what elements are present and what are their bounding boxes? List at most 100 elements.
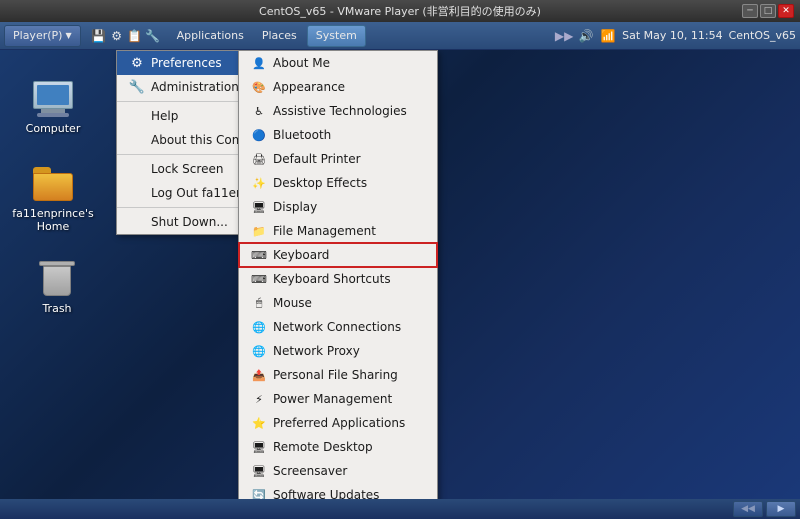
menu-item-about-computer[interactable]: About this Computer bbox=[117, 128, 305, 152]
preferences-label: Preferences bbox=[151, 56, 222, 70]
clock: Sat May 10, 11:54 bbox=[622, 29, 722, 42]
tray-icon-2[interactable]: 🔊 bbox=[578, 28, 594, 44]
personal-file-sharing-label: Personal File Sharing bbox=[273, 368, 398, 382]
pref-power-management[interactable]: ⚡ Power Management bbox=[239, 387, 437, 411]
remote-desktop-icon: 🖥 bbox=[251, 439, 267, 455]
pref-remote-desktop[interactable]: 🖥 Remote Desktop bbox=[239, 435, 437, 459]
toolbar-icon-1[interactable]: 💾 bbox=[91, 28, 107, 44]
administration-arrow-icon: ▶ bbox=[285, 82, 293, 93]
preferred-apps-icon: ⭐ bbox=[251, 415, 267, 431]
close-button[interactable]: ✕ bbox=[778, 4, 794, 18]
bottom-btn-icon-2: ▶ bbox=[778, 504, 785, 514]
logout-label: Log Out fa11enprince... bbox=[151, 186, 293, 200]
desktop: Computer fa11enprince's Home Trash Syste… bbox=[0, 50, 800, 499]
titlebar-controls: ─ □ ✕ bbox=[742, 4, 794, 18]
keyboard-label: Keyboard bbox=[273, 248, 329, 262]
toolbar-icon-2[interactable]: ⚙ bbox=[109, 28, 125, 44]
places-menu-button[interactable]: Places bbox=[254, 25, 305, 47]
computer-icon-img bbox=[33, 79, 73, 119]
keyboard-icon: ⌨ bbox=[251, 247, 267, 263]
tray-forward-icon[interactable]: ▶▶ bbox=[556, 28, 572, 44]
separator-3 bbox=[117, 207, 305, 208]
shutdown-icon bbox=[129, 214, 145, 230]
network-proxy-label: Network Proxy bbox=[273, 344, 360, 358]
keyboard-highlight-box bbox=[238, 242, 438, 268]
desktop-icon-home[interactable]: fa11enprince's Home bbox=[18, 160, 88, 237]
lock-icon bbox=[129, 161, 145, 177]
administration-icon: 🔧 bbox=[129, 79, 145, 95]
home-icon-img bbox=[33, 164, 73, 204]
player-menu-button[interactable]: Player(P) ▼ bbox=[4, 25, 81, 47]
screensaver-icon: 🖥 bbox=[251, 463, 267, 479]
menu-item-help[interactable]: Help bbox=[117, 104, 305, 128]
about-computer-icon bbox=[129, 132, 145, 148]
toolbar-icon-4[interactable]: 🔧 bbox=[145, 28, 161, 44]
help-label: Help bbox=[151, 109, 178, 123]
about-computer-label: About this Computer bbox=[151, 133, 276, 147]
pref-screensaver[interactable]: 🖥 Screensaver bbox=[239, 459, 437, 483]
power-management-label: Power Management bbox=[273, 392, 392, 406]
player-label: Player(P) bbox=[13, 29, 62, 42]
taskbar-right: ▶▶ 🔊 📶 Sat May 10, 11:54 CentOS_v65 bbox=[556, 28, 796, 44]
keyboard-shortcuts-icon: ⌨ bbox=[251, 271, 267, 287]
pref-keyboard-shortcuts[interactable]: ⌨ Keyboard Shortcuts bbox=[239, 267, 437, 291]
system-menu-button[interactable]: System bbox=[307, 25, 366, 47]
power-management-icon: ⚡ bbox=[251, 391, 267, 407]
pref-keyboard[interactable]: ⌨ Keyboard bbox=[239, 243, 437, 267]
keyboard-shortcuts-label: Keyboard Shortcuts bbox=[273, 272, 391, 286]
pref-network-proxy[interactable]: 🌐 Network Proxy bbox=[239, 339, 437, 363]
menu-item-administration[interactable]: 🔧 Administration ▶ bbox=[117, 75, 305, 99]
pref-software-updates[interactable]: 🔄 Software Updates bbox=[239, 483, 437, 499]
mouse-label: Mouse bbox=[273, 296, 312, 310]
menu-item-shutdown[interactable]: Shut Down... bbox=[117, 210, 305, 234]
titlebar-title: CentOS_v65 - VMware Player (非営利目的の使用のみ) bbox=[259, 3, 541, 19]
trash-icon-img bbox=[37, 259, 77, 299]
computer-icon-label: Computer bbox=[26, 122, 81, 135]
preferences-icon: ⚙ bbox=[129, 55, 145, 71]
pref-network-connections[interactable]: 🌐 Network Connections bbox=[239, 315, 437, 339]
toolbar-icon-3[interactable]: 📋 bbox=[127, 28, 143, 44]
network-connections-label: Network Connections bbox=[273, 320, 401, 334]
pref-mouse[interactable]: 🖱 Mouse bbox=[239, 291, 437, 315]
distro-label: CentOS_v65 bbox=[729, 29, 796, 42]
desktop-icon-trash[interactable]: Trash bbox=[22, 255, 92, 319]
taskbar: Player(P) ▼ 💾 ⚙ 📋 🔧 ApplicationsPlacesSy… bbox=[0, 22, 800, 50]
personal-file-sharing-icon: 📤 bbox=[251, 367, 267, 383]
bottom-tray-btn-2[interactable]: ▶ bbox=[766, 501, 796, 517]
menu-item-lock[interactable]: Lock Screen bbox=[117, 157, 305, 181]
bottom-btn-icon-1: ◀◀ bbox=[741, 504, 755, 514]
tray-icon-3[interactable]: 📶 bbox=[600, 28, 616, 44]
pref-preferred-apps[interactable]: ⭐ Preferred Applications bbox=[239, 411, 437, 435]
minimize-button[interactable]: ─ bbox=[742, 4, 758, 18]
mouse-icon: 🖱 bbox=[251, 295, 267, 311]
network-connections-icon: 🌐 bbox=[251, 319, 267, 335]
shutdown-label: Shut Down... bbox=[151, 215, 228, 229]
pref-personal-file-sharing[interactable]: 📤 Personal File Sharing bbox=[239, 363, 437, 387]
menu-overlay: System ⚙ Preferences ▶ 🔧 Administration … bbox=[0, 50, 800, 499]
system-menu-panel: ⚙ Preferences ▶ 🔧 Administration ▶ Help … bbox=[116, 50, 306, 235]
titlebar: CentOS_v65 - VMware Player (非営利目的の使用のみ) … bbox=[0, 0, 800, 22]
trash-icon-label: Trash bbox=[42, 302, 71, 315]
home-icon-label: fa11enprince's Home bbox=[12, 207, 93, 233]
player-arrow-icon: ▼ bbox=[65, 31, 71, 40]
maximize-button[interactable]: □ bbox=[760, 4, 776, 18]
separator-1 bbox=[117, 101, 305, 102]
desktop-icon-computer[interactable]: Computer bbox=[18, 75, 88, 139]
applications-menu-button[interactable]: Applications bbox=[169, 25, 252, 47]
screensaver-label: Screensaver bbox=[273, 464, 347, 478]
software-updates-icon: 🔄 bbox=[251, 487, 267, 499]
menu-item-logout[interactable]: Log Out fa11enprince... bbox=[117, 181, 305, 205]
logout-icon bbox=[129, 185, 145, 201]
bottom-taskbar: ◀◀ ▶ bbox=[0, 499, 800, 519]
preferred-apps-label: Preferred Applications bbox=[273, 416, 405, 430]
system-menu-container: System ⚙ Preferences ▶ 🔧 Administration … bbox=[116, 50, 306, 235]
separator-2 bbox=[117, 154, 305, 155]
remote-desktop-label: Remote Desktop bbox=[273, 440, 373, 454]
taskbar-left: Player(P) ▼ 💾 ⚙ 📋 🔧 ApplicationsPlacesSy… bbox=[4, 25, 366, 47]
bottom-tray-btn-1[interactable]: ◀◀ bbox=[733, 501, 763, 517]
menu-item-preferences[interactable]: ⚙ Preferences ▶ bbox=[117, 51, 305, 75]
help-icon bbox=[129, 108, 145, 124]
software-updates-label: Software Updates bbox=[273, 488, 379, 499]
preferences-arrow-icon: ▶ bbox=[285, 58, 293, 69]
lock-label: Lock Screen bbox=[151, 162, 223, 176]
